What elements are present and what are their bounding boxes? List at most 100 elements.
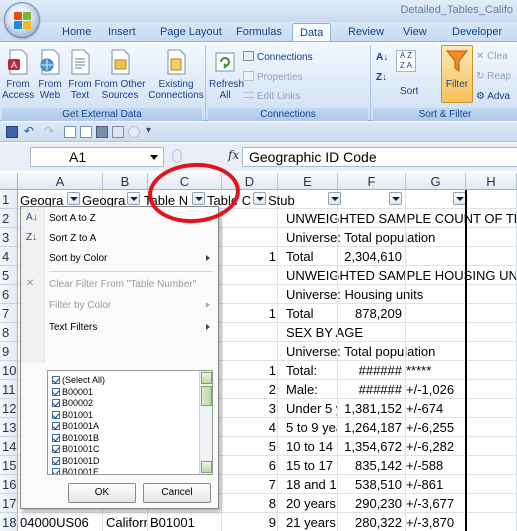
row-header[interactable]: 12 [0, 399, 18, 418]
from-access-button[interactable]: A From Access [2, 48, 34, 101]
row-header[interactable]: 17 [0, 494, 18, 513]
checkbox-checked-icon[interactable] [52, 433, 60, 442]
row-header[interactable]: 16 [0, 475, 18, 494]
circle-tool-icon[interactable] [128, 126, 140, 138]
table-cell[interactable]: 6 [222, 456, 276, 475]
checkbox-checked-icon[interactable] [52, 468, 60, 474]
list-item[interactable]: B01001A [52, 421, 99, 431]
from-web-button[interactable]: From Web [34, 48, 66, 101]
list-item[interactable]: B01001C [52, 444, 100, 454]
select-all-corner[interactable] [0, 173, 18, 190]
table-cell[interactable]: 5 [222, 437, 276, 456]
scroll-down-icon[interactable] [201, 461, 212, 473]
checkbox-checked-icon[interactable] [52, 410, 60, 419]
list-item[interactable]: B01001B [52, 433, 99, 443]
chevron-down-icon[interactable] [150, 155, 158, 160]
print-preview-icon[interactable] [80, 126, 92, 138]
table-cell[interactable]: 280,322 [338, 513, 402, 531]
table-cell[interactable]: 1,381,152 [338, 399, 402, 418]
row-header[interactable]: 8 [0, 323, 18, 342]
table-cell[interactable]: ###### [338, 380, 402, 399]
table-cell[interactable]: 18 and 19 [286, 475, 338, 494]
list-item[interactable]: B01001 [52, 410, 93, 420]
tab-data[interactable]: Data [292, 23, 332, 43]
list-item[interactable]: B00002 [52, 398, 93, 408]
filter-dropdown-button[interactable] [389, 192, 402, 205]
row-header[interactable]: 11 [0, 380, 18, 399]
table-cell[interactable]: 20 years [286, 494, 338, 513]
table-cell[interactable]: 2 [222, 380, 276, 399]
list-item[interactable]: (Select All) [52, 375, 105, 385]
table-cell[interactable]: 04000US06 [20, 513, 102, 531]
filter-dropdown-button[interactable] [67, 192, 80, 205]
table-cell[interactable]: +/-674 [406, 399, 464, 418]
office-button[interactable] [4, 2, 40, 38]
insert-function-icon[interactable]: fx [228, 148, 239, 162]
properties-button[interactable]: Properties [243, 71, 303, 83]
table-cell[interactable]: 21 years [286, 513, 338, 531]
table-cell[interactable]: Universe: Total population [286, 342, 516, 361]
save-icon[interactable] [6, 126, 18, 138]
table-cell[interactable]: Universe: Total population [286, 228, 516, 247]
tab-view[interactable]: View [403, 26, 427, 38]
row-header[interactable]: 3 [0, 228, 18, 247]
clear-filter-button[interactable]: ✕ Clea [476, 51, 508, 62]
table-cell[interactable]: Under 5 y [286, 399, 338, 418]
checkbox-checked-icon[interactable] [52, 456, 60, 465]
tab-home[interactable]: Home [62, 26, 91, 38]
table-cell[interactable]: 1 [222, 304, 276, 323]
table-cell[interactable]: +/-861 [406, 475, 464, 494]
row-header[interactable]: 14 [0, 437, 18, 456]
column-header-f[interactable]: F [338, 173, 406, 190]
checkbox-checked-icon[interactable] [52, 445, 60, 453]
checkbox-checked-icon[interactable] [52, 399, 60, 407]
chart-icon[interactable] [112, 126, 124, 138]
table-cell[interactable]: +/-6,282 [406, 437, 464, 456]
table-cell[interactable]: California [106, 513, 148, 531]
checkbox-checked-icon[interactable] [52, 422, 60, 430]
filter-dropdown-button[interactable] [127, 192, 140, 205]
list-item[interactable]: B01001E [52, 467, 99, 474]
table-cell[interactable]: +/-3,870 [406, 513, 464, 531]
row-header[interactable]: 5 [0, 266, 18, 285]
checkbox-checked-icon[interactable] [52, 376, 60, 384]
table-cell[interactable]: 1,354,672 [338, 437, 402, 456]
column-header-g[interactable]: G [406, 173, 466, 190]
column-header-b[interactable]: B [103, 173, 148, 190]
table-cell[interactable]: Male: [286, 380, 338, 399]
table-cell[interactable]: 4 [222, 418, 276, 437]
tab-review[interactable]: Review [348, 26, 384, 38]
row-header[interactable]: 10 [0, 361, 18, 380]
table-cell[interactable]: 8 [222, 494, 276, 513]
table-cell[interactable]: Total: [286, 361, 338, 380]
table-cell[interactable]: 878,209 [338, 304, 402, 323]
row-header[interactable]: 9 [0, 342, 18, 361]
row-header[interactable]: 13 [0, 418, 18, 437]
list-scrollbar[interactable] [199, 371, 212, 474]
table-cell[interactable]: 7 [222, 475, 276, 494]
refresh-all-button[interactable]: Refresh All [209, 48, 244, 101]
column-header-h[interactable]: H [466, 173, 517, 190]
header-cell-stub[interactable]: Stub [268, 191, 318, 210]
sort-za-quick-button[interactable]: Z↓ [376, 72, 387, 83]
table-cell[interactable]: 1 [222, 361, 276, 380]
edit-links-button[interactable]: Edit Links [243, 91, 300, 102]
customize-qat-icon[interactable]: ▾ [146, 125, 158, 137]
row-header[interactable]: 15 [0, 456, 18, 475]
menu-sort-z-to-a[interactable]: Sort Z to A [49, 233, 96, 244]
row-header[interactable]: 7 [0, 304, 18, 323]
tab-formulas[interactable]: Formulas [236, 26, 282, 38]
table-cell[interactable]: 9 [222, 513, 276, 531]
table-cell[interactable]: 1 [222, 247, 276, 266]
menu-sort-a-to-z[interactable]: Sort A to Z [49, 213, 96, 224]
table-cell[interactable]: 15 to 17 ye [286, 456, 338, 475]
table-cell[interactable]: ***** [406, 361, 464, 380]
print-icon[interactable] [96, 126, 108, 138]
column-header-a[interactable]: A [18, 173, 103, 190]
table-cell[interactable]: +/-588 [406, 456, 464, 475]
tab-page-layout[interactable]: Page Layout [160, 26, 222, 38]
row-header[interactable]: 2 [0, 209, 18, 228]
checkbox-checked-icon[interactable] [52, 387, 60, 396]
list-item[interactable]: B00001 [52, 387, 93, 397]
undo-icon[interactable]: ↶ [24, 124, 36, 138]
